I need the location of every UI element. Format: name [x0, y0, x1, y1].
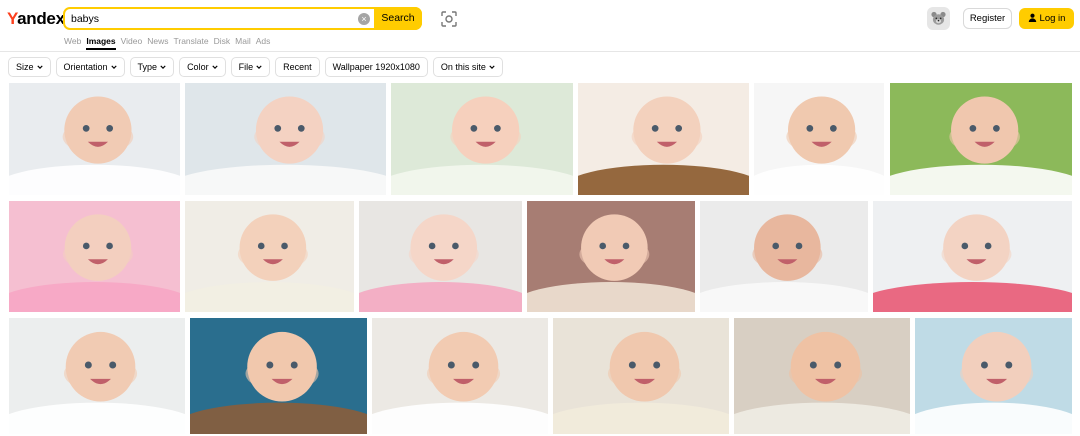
filter-type[interactable]: Type — [129, 57, 175, 77]
yandex-logo[interactable]: Yandex — [7, 9, 65, 29]
image-result-baby-flower-headband[interactable] — [359, 201, 522, 312]
login-button[interactable]: Log in — [1019, 8, 1074, 29]
image-result-baby-tongue-out[interactable] — [915, 318, 1072, 434]
filter-size[interactable]: Size — [8, 57, 51, 77]
chevron-down-icon — [256, 65, 262, 69]
tab-web[interactable]: Web — [64, 36, 81, 46]
tab-ads[interactable]: Ads — [256, 36, 271, 46]
image-result-two-babies[interactable] — [9, 318, 185, 434]
camera-search-icon[interactable] — [440, 10, 458, 28]
chevron-down-icon — [110, 65, 117, 69]
image-result-baby-green-background[interactable] — [890, 83, 1072, 195]
tab-news[interactable]: News — [147, 36, 168, 46]
chevron-down-icon — [160, 65, 166, 69]
filter-label: Orientation — [63, 62, 108, 72]
filter-label: Size — [16, 62, 34, 72]
tab-translate[interactable]: Translate — [173, 36, 208, 46]
filter-label: Color — [187, 62, 209, 72]
image-result-baby-blue-teddy[interactable] — [190, 318, 367, 434]
filter-on-this-site[interactable]: On this site — [432, 57, 503, 77]
image-result-baby-crawling-bear[interactable] — [372, 318, 548, 434]
clear-icon[interactable]: × — [358, 13, 370, 25]
tab-images[interactable]: Images — [86, 36, 115, 46]
image-result-baby-bonnet-brown[interactable] — [527, 201, 695, 312]
tab-disk[interactable]: Disk — [214, 36, 231, 46]
filter-orientation[interactable]: Orientation — [55, 57, 125, 77]
image-result-smiling-baby-white[interactable] — [754, 83, 884, 195]
filter-color[interactable]: Color — [179, 57, 226, 77]
filter-file[interactable]: File — [230, 57, 271, 77]
image-result-laughing-baby-hood[interactable] — [391, 83, 573, 195]
search-button[interactable]: Search — [374, 7, 422, 30]
login-label: Log in — [1039, 13, 1066, 24]
image-result-baby-under-white-towel[interactable] — [185, 83, 386, 195]
image-result-baby-striped-hat[interactable] — [734, 318, 910, 434]
image-result-baby-knit-hat[interactable] — [185, 201, 354, 312]
filter-label: File — [238, 62, 254, 72]
filter-wallpaper-1920x1080[interactable]: Wallpaper 1920x1080 — [324, 57, 428, 77]
chevron-down-icon — [211, 65, 218, 69]
image-result-baby-with-teddy-bears[interactable] — [578, 83, 749, 195]
register-button[interactable]: Register — [963, 8, 1012, 29]
filter-label: On this site — [440, 62, 486, 72]
tab-mail[interactable]: Mail — [235, 36, 251, 46]
filter-bar: Size Orientation Type Color File Recent Wallpa… — [8, 57, 503, 77]
filter-label: Wallpaper 1920x1080 — [332, 62, 420, 72]
search-input[interactable] — [71, 11, 351, 27]
logo-text: andex — [17, 9, 65, 28]
filter-label: Recent — [283, 62, 312, 72]
bear-avatar-icon[interactable] — [927, 7, 950, 30]
image-result-sleeping-baby-pink-hat[interactable] — [9, 201, 180, 312]
image-result-baby-puppy-toy[interactable] — [553, 318, 729, 434]
tab-video[interactable]: Video — [121, 36, 143, 46]
image-result-baby-on-blanket[interactable] — [9, 83, 180, 195]
filter-label: Type — [137, 62, 158, 72]
user-icon — [1028, 13, 1036, 22]
image-result-newborn-white-hood[interactable] — [700, 201, 868, 312]
header: Yandex × Search Web Images Video News Transl… — [0, 0, 1080, 52]
logo-letter: Y — [7, 9, 18, 28]
image-result-baby-polka-dots[interactable] — [873, 201, 1072, 312]
search-box: × Search — [63, 7, 422, 30]
chevron-down-icon — [489, 65, 495, 69]
search-tabs: Web Images Video News Translate Disk Mail Ads — [64, 36, 275, 46]
chevron-down-icon — [36, 65, 43, 69]
filter-recent[interactable]: Recent — [275, 57, 320, 77]
